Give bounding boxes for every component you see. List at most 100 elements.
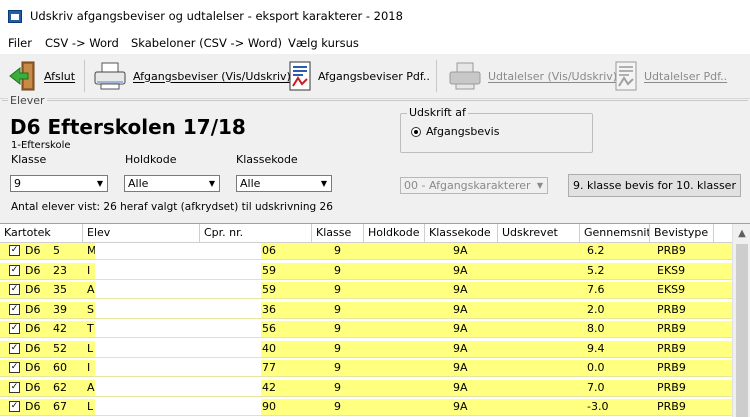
table-row[interactable]: ✓ D6 60 I 77 9 9A 0.0 PRB9 [0, 360, 732, 377]
menu-skabeloner[interactable]: Skabeloner (CSV -> Word) [131, 36, 282, 50]
menu-csv-word[interactable]: CSV -> Word [45, 36, 119, 50]
menu-vaelg-kursus[interactable]: Vælg kursus [288, 36, 359, 50]
statements-pdf-button[interactable]: Udtalelser Pdf.. [614, 56, 727, 96]
grades-select[interactable]: 00 - Afgangskarakterer ▼ [400, 177, 548, 194]
cell-nr: 23 [53, 263, 67, 277]
cell-klassekode: 9A [453, 380, 468, 394]
cell-cpr: 40 [262, 341, 276, 355]
cell-nr: 62 [53, 380, 67, 394]
print-type-title: Udskrift af [407, 106, 468, 119]
row-checkbox[interactable]: ✓ [9, 381, 20, 393]
cell-nr: 5 [53, 244, 60, 257]
row-checkbox[interactable]: ✓ [9, 264, 20, 276]
statements-print-button[interactable]: Udtalelser (Vis/Udskriv) [448, 56, 617, 96]
cell-elev: A [87, 283, 95, 296]
certificates-print-button[interactable]: Afgangsbeviser (Vis/Udskriv) [93, 56, 291, 96]
col-kartotek[interactable]: Kartotek [0, 224, 83, 242]
col-udskrevet[interactable]: Udskrevet [498, 224, 580, 242]
cell-cpr: 59 [262, 263, 276, 277]
cell-kartotek: D6 [25, 302, 41, 316]
row-checkbox[interactable]: ✓ [9, 303, 20, 315]
cell-elev: A [87, 380, 95, 394]
toolbar-separator [84, 60, 85, 92]
chevron-down-icon: ▼ [320, 179, 328, 188]
afgangsbevis-radio[interactable]: Afgangsbevis [411, 125, 499, 138]
row-checkbox[interactable]: ✓ [9, 245, 20, 256]
cell-kartotek: D6 [25, 380, 41, 394]
cell-klasse: 9 [334, 341, 341, 355]
table-row[interactable]: ✓ D6 5 M 06 9 9A 6.2 PRB9 [0, 243, 732, 260]
klassekode-select-value: Alle [240, 177, 261, 190]
table-row[interactable]: ✓ D6 52 L 40 9 9A 9.4 PRB9 [0, 340, 732, 358]
certificates-pdf-button[interactable]: Afgangsbeviser Pdf.. [288, 56, 430, 96]
klasse-select[interactable]: 9 ▼ [10, 175, 108, 192]
cell-gennemsnit: 7.6 [587, 283, 605, 296]
redaction-mask [95, 340, 261, 357]
exit-button[interactable]: Afslut [8, 56, 75, 96]
row-checkbox[interactable]: ✓ [9, 362, 20, 373]
cell-bevistype: PRB9 [657, 244, 686, 257]
cell-klassekode: 9A [453, 361, 468, 374]
vertical-scrollbar[interactable]: ▲ [732, 224, 750, 417]
cell-elev: I [87, 361, 91, 374]
cell-klassekode: 9A [453, 341, 468, 355]
holdkode-select[interactable]: Alle ▼ [124, 175, 220, 192]
cell-kartotek: D6 [25, 341, 41, 355]
table-row[interactable]: ✓ D6 35 A 59 9 9A 7.6 EKS9 [0, 282, 732, 299]
cell-gennemsnit: 6.2 [587, 244, 605, 257]
table-row[interactable]: ✓ D6 67 L 90 9 9A -3.0 PRB9 [0, 399, 732, 416]
col-holdkode[interactable]: Holdkode [364, 224, 425, 242]
grade9-certificate-button[interactable]: 9. klasse bevis for 10. klasser [568, 174, 741, 197]
redaction-mask [95, 379, 261, 396]
row-checkbox[interactable]: ✓ [9, 284, 20, 295]
exit-label: Afslut [44, 69, 76, 83]
redaction-mask [95, 360, 261, 376]
cell-kartotek: D6 [25, 361, 41, 374]
cell-elev: T [87, 322, 94, 335]
cell-nr: 42 [53, 322, 67, 335]
cell-klasse: 9 [334, 380, 341, 394]
klassekode-select[interactable]: Alle ▼ [236, 175, 332, 192]
table-row[interactable]: ✓ D6 39 S 36 9 9A 2.0 PRB9 [0, 301, 732, 319]
cell-kartotek: D6 [25, 244, 41, 257]
klasse-label: Klasse [11, 153, 47, 166]
col-gennemsnit[interactable]: Gennemsnit [580, 224, 650, 242]
redaction-mask [95, 399, 261, 415]
cell-cpr: 06 [262, 244, 276, 257]
menu-filer[interactable]: Filer [8, 36, 32, 50]
students-grid: Kartotek Elev Cpr. nr. Klasse Holdkode K… [0, 223, 750, 417]
cell-elev: L [87, 341, 94, 355]
cell-cpr: 59 [262, 283, 276, 296]
cell-cpr: 90 [262, 400, 276, 413]
chevron-down-icon: ▼ [96, 179, 104, 188]
scrollbar-thumb[interactable] [736, 244, 748, 417]
row-checkbox[interactable]: ✓ [9, 323, 20, 334]
redaction-mask [95, 262, 261, 279]
cell-gennemsnit: 8.0 [587, 322, 605, 335]
cell-klasse: 9 [334, 400, 341, 413]
certificates-print-label: Afgangsbeviser (Vis/Udskriv) [133, 69, 291, 83]
scroll-up-arrow-icon[interactable]: ▲ [733, 224, 750, 242]
table-row[interactable]: ✓ D6 42 T 56 9 9A 8.0 PRB9 [0, 321, 732, 338]
cell-bevistype: PRB9 [657, 380, 686, 394]
col-cpr[interactable]: Cpr. nr. [200, 224, 312, 242]
col-klassekode[interactable]: Klassekode [425, 224, 498, 242]
cell-gennemsnit: 5.2 [587, 263, 605, 277]
cell-klasse: 9 [334, 302, 341, 316]
col-elev[interactable]: Elev [83, 224, 200, 242]
table-row[interactable]: ✓ D6 23 I 59 9 9A 5.2 EKS9 [0, 262, 732, 280]
cell-bevistype: PRB9 [657, 302, 686, 316]
table-row[interactable]: ✓ D6 62 A 42 9 9A 7.0 PRB9 [0, 379, 732, 397]
cell-klassekode: 9A [453, 283, 468, 296]
row-checkbox[interactable]: ✓ [9, 401, 20, 412]
row-checkbox[interactable]: ✓ [9, 342, 20, 354]
cell-klassekode: 9A [453, 263, 468, 277]
col-klasse[interactable]: Klasse [312, 224, 364, 242]
cell-elev: S [87, 302, 94, 316]
holdkode-select-value: Alle [128, 177, 149, 190]
redaction-mask [95, 282, 261, 298]
students-panel: Elever D6 Efterskolen 17/18 1-Efterskole… [2, 94, 748, 219]
cell-nr: 35 [53, 283, 67, 296]
cell-bevistype: EKS9 [657, 263, 686, 277]
col-bevistype[interactable]: Bevistype [650, 224, 714, 242]
